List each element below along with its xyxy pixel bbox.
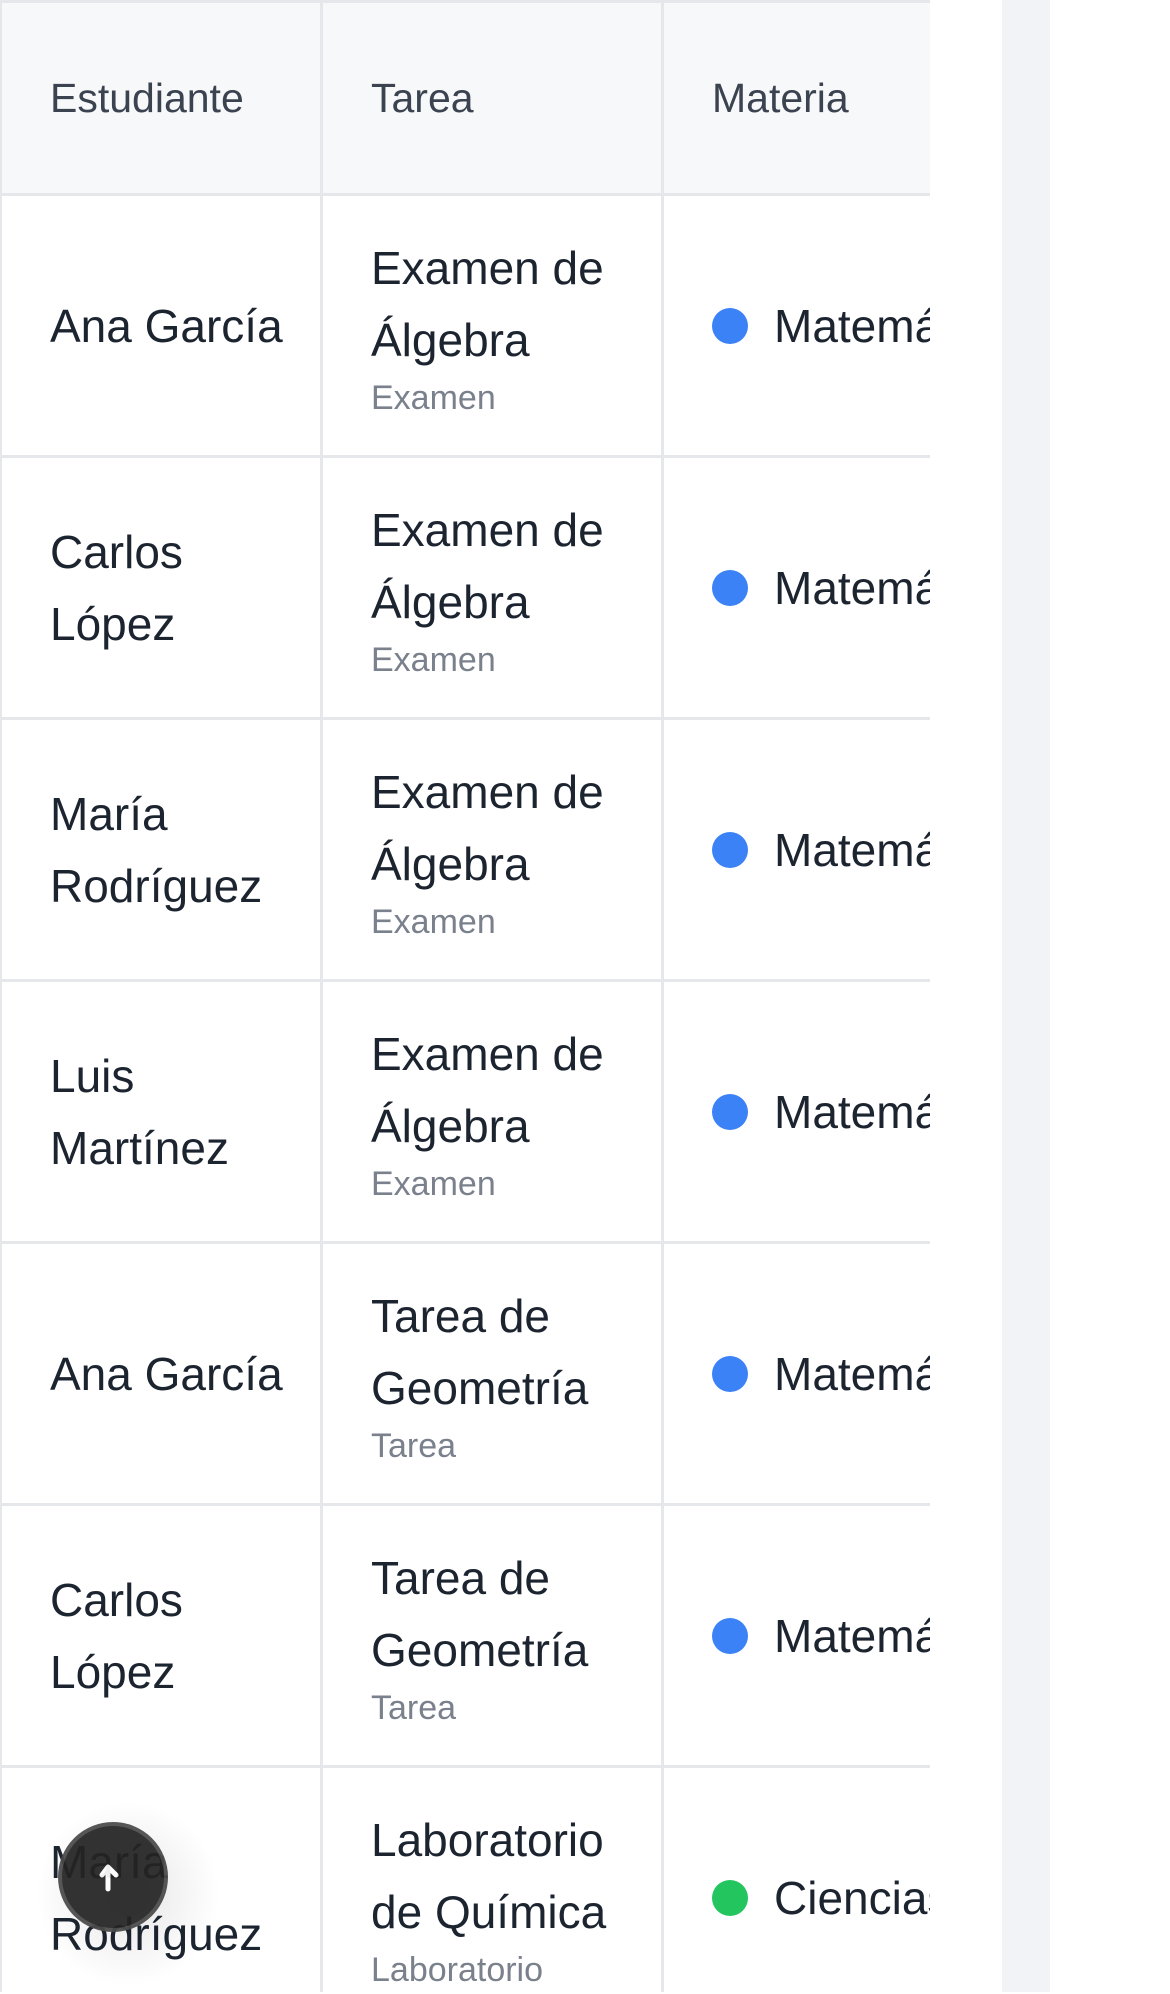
subject-name: Matemáticas (774, 823, 930, 876)
task-type: Examen (371, 378, 496, 417)
student-name: Ana García (50, 1347, 283, 1400)
task-type: Tarea (371, 1688, 457, 1727)
subject-cell: Matemáticas (661, 979, 930, 1244)
table-row[interactable]: Carlos López Examen de Álgebra Examen Ma… (0, 455, 930, 720)
task-title: Examen de Álgebra (371, 503, 604, 628)
scrollbar-track[interactable] (1002, 0, 1050, 1992)
table-row[interactable]: María Rodríguez Examen de Álgebra Examen… (0, 717, 930, 982)
student-cell: Ana García (0, 193, 323, 458)
subject-cell: Matemáticas (661, 1241, 930, 1506)
subject-cell: Ciencias (661, 1765, 930, 1992)
scroll-to-top-button[interactable] (58, 1822, 168, 1932)
subject-name: Ciencias (774, 1871, 930, 1924)
student-cell: Luis Martínez (0, 979, 323, 1244)
task-cell: Examen de Álgebra Examen (320, 979, 664, 1244)
task-type: Examen (371, 902, 496, 941)
subject-color-dot (712, 1355, 748, 1392)
column-header-student[interactable]: Estudiante (0, 0, 323, 196)
table-header-row: Estudiante Tarea Materia (0, 0, 930, 196)
subject-cell: Matemáticas (661, 455, 930, 720)
task-cell: Examen de Álgebra Examen (320, 193, 664, 458)
student-cell: María Rodríguez (0, 717, 323, 982)
task-type: Examen (371, 640, 496, 679)
task-title: Laboratorio de Química (371, 1813, 607, 1938)
subject-color-dot (712, 1093, 748, 1130)
task-cell: Tarea de Geometría Tarea (320, 1503, 664, 1768)
subject-cell: Matemáticas (661, 193, 930, 458)
subject-name: Matemáticas (774, 1347, 930, 1400)
student-cell: Ana García (0, 1241, 323, 1506)
task-title: Examen de Álgebra (371, 1027, 604, 1152)
student-name: Carlos López (50, 1573, 183, 1698)
subject-color-dot (712, 1879, 748, 1916)
table-row[interactable]: Ana García Examen de Álgebra Examen Mate… (0, 193, 930, 458)
arrow-up-icon (98, 1855, 128, 1900)
task-type: Laboratorio (371, 1950, 544, 1989)
task-title: Examen de Álgebra (371, 241, 604, 366)
column-header-subject[interactable]: Materia (661, 0, 930, 196)
subject-color-dot (712, 1617, 748, 1654)
subject-color-dot (712, 831, 748, 868)
table-viewport[interactable]: Estudiante Tarea Materia Ana García Exam… (0, 0, 930, 1992)
task-title: Examen de Álgebra (371, 765, 604, 890)
table-row[interactable]: Luis Martínez Examen de Álgebra Examen M… (0, 979, 930, 1244)
student-name: Carlos López (50, 525, 183, 650)
task-title: Tarea de Geometría (371, 1289, 589, 1414)
grades-table: Estudiante Tarea Materia Ana García Exam… (0, 0, 930, 1992)
task-title: Tarea de Geometría (371, 1551, 589, 1676)
subject-cell: Matemáticas (661, 1503, 930, 1768)
subject-name: Matemáticas (774, 299, 930, 352)
subject-name: Matemáticas (774, 561, 930, 614)
task-cell: Examen de Álgebra Examen (320, 455, 664, 720)
task-type: Examen (371, 1164, 496, 1203)
student-name: Ana García (50, 299, 283, 352)
student-cell: Carlos López (0, 1503, 323, 1768)
student-name: Luis Martínez (50, 1049, 229, 1174)
student-name: María Rodríguez (50, 787, 263, 912)
task-cell: Examen de Álgebra Examen (320, 717, 664, 982)
subject-name: Matemáticas (774, 1609, 930, 1662)
table-row[interactable]: Ana García Tarea de Geometría Tarea Mate… (0, 1241, 930, 1506)
subject-color-dot (712, 307, 748, 344)
task-type: Tarea (371, 1426, 457, 1465)
table-row[interactable]: Carlos López Tarea de Geometría Tarea Ma… (0, 1503, 930, 1768)
task-cell: Tarea de Geometría Tarea (320, 1241, 664, 1506)
subject-cell: Matemáticas (661, 717, 930, 982)
column-header-task[interactable]: Tarea (320, 0, 664, 196)
subject-color-dot (712, 569, 748, 606)
student-cell: Carlos López (0, 455, 323, 720)
subject-name: Matemáticas (774, 1085, 930, 1138)
task-cell: Laboratorio de Química Laboratorio (320, 1765, 664, 1992)
